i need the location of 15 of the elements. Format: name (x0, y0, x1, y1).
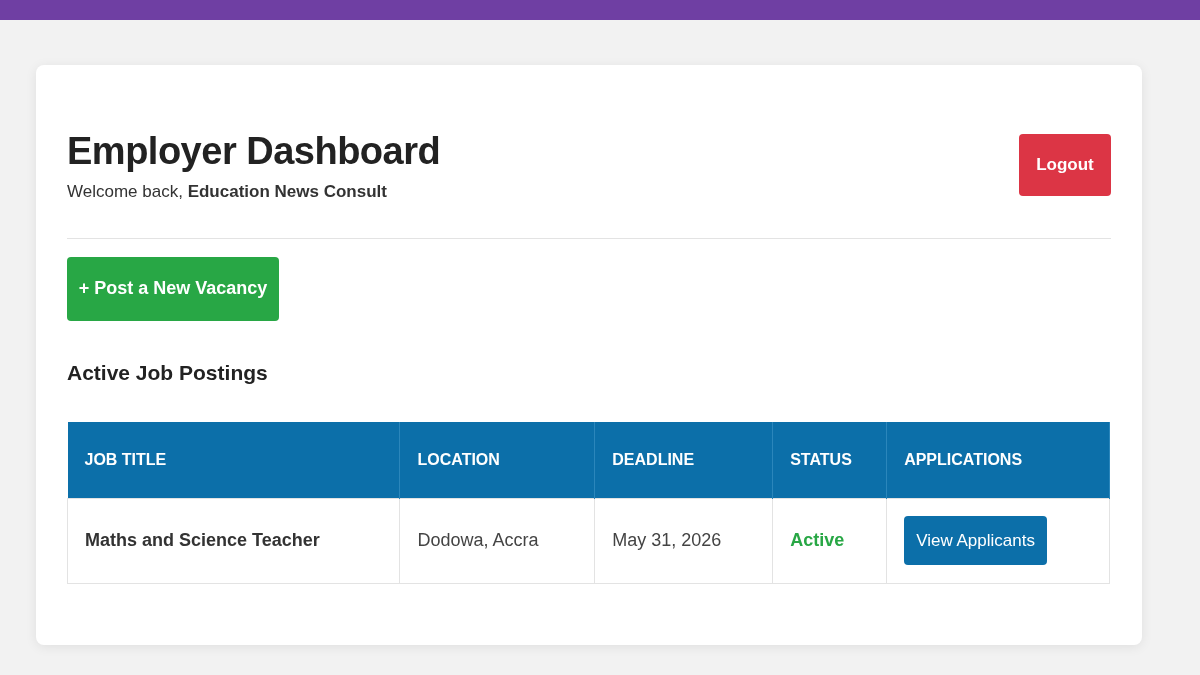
column-header: LOCATION (400, 422, 595, 498)
page-title: Employer Dashboard (67, 129, 441, 174)
section-title: Active Job Postings (67, 359, 269, 386)
table-cell: May 31, 2026 (594, 498, 773, 583)
status-text: Active (772, 498, 887, 583)
welcome-text: Welcome back, Education News Consult (67, 181, 388, 203)
table-cell: Maths and Science Teacher (67, 498, 400, 583)
column-header: APPLICATIONS (886, 422, 1110, 498)
column-header: STATUS (772, 422, 887, 498)
post-vacancy-button[interactable]: + Post a New Vacancy (67, 256, 279, 321)
table-cell: Dodowa, Accra (400, 498, 595, 583)
view-applicants-button[interactable]: View Applicants (904, 516, 1047, 565)
column-header: JOB TITLE (67, 422, 400, 498)
column-header: DEADLINE (594, 422, 773, 498)
logout-button[interactable]: Logout (1019, 134, 1111, 196)
